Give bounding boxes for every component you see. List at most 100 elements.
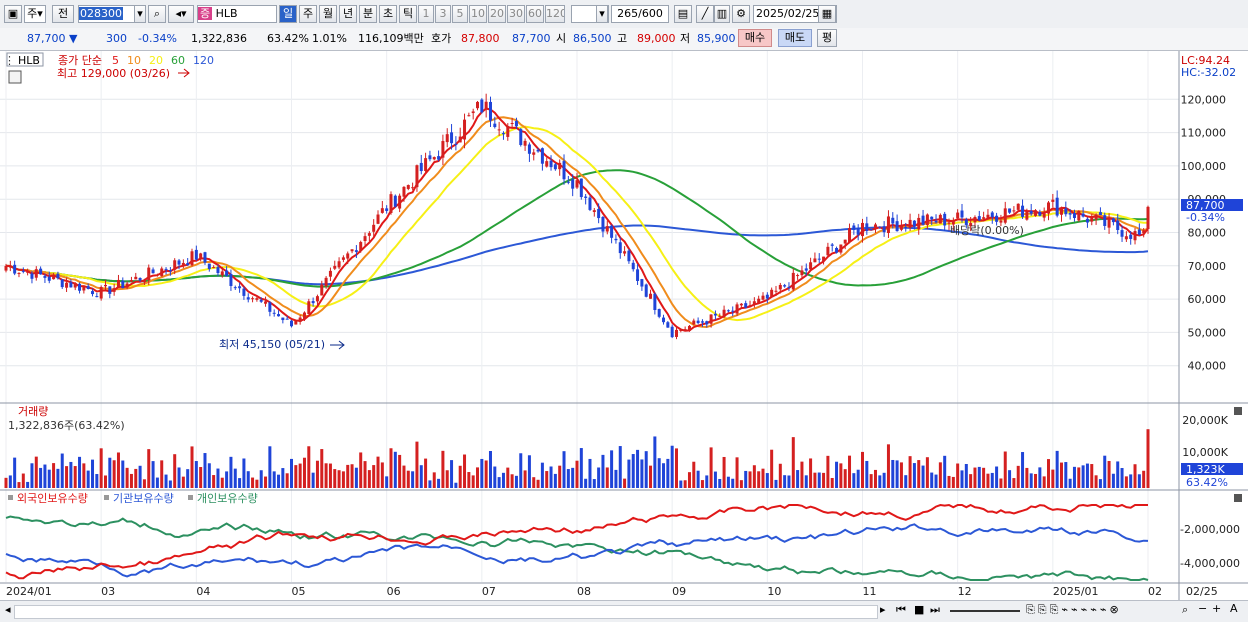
bottom-scrollbar[interactable]: ◂ ▸ ⏮ ■ ⏭ ⎘⎘⎘⌁⌁⌁⌁⌁⊗ ⌕ − + A: [0, 600, 1248, 622]
search-icon-small[interactable]: ⌕: [1182, 603, 1188, 617]
candle-body: [147, 267, 151, 281]
holders-close-icon[interactable]: [1234, 494, 1242, 502]
volume-bar: [385, 476, 389, 488]
evaluate-button[interactable]: 평: [817, 29, 837, 47]
prev-button[interactable]: 전: [52, 5, 74, 23]
candle-body: [631, 262, 635, 270]
interval-60[interactable]: 60: [526, 5, 544, 23]
interval-30[interactable]: 30: [507, 5, 525, 23]
candle-body: [1059, 208, 1063, 215]
zoom-in-icon[interactable]: +: [1212, 602, 1221, 615]
candle-body: [337, 261, 341, 268]
tool-icons[interactable]: ⎘⎘⎘⌁⌁⌁⌁⌁⊗: [1026, 603, 1122, 617]
quote-bar: 87,700 ▼ 300 -0.34% 1,322,836 63.42% 1.0…: [0, 28, 1248, 51]
volume-bar: [450, 460, 454, 488]
candle-body: [553, 164, 557, 170]
volume-bar: [614, 469, 618, 488]
volume-bar: [532, 477, 536, 488]
candle-body: [225, 270, 229, 277]
volume-bar: [52, 463, 56, 488]
current-price: 87,700 ▼: [27, 32, 78, 45]
interval-120[interactable]: 120: [545, 5, 565, 23]
tab-0[interactable]: 일: [279, 5, 297, 23]
candle-body: [242, 288, 246, 296]
period-type-select[interactable]: 주▾: [24, 5, 46, 23]
ma-label: 종가 단순: [58, 54, 102, 67]
volume-bar: [73, 466, 77, 488]
volume-bar: [484, 460, 488, 488]
stop-icon[interactable]: ■: [914, 603, 924, 616]
stock-chart[interactable]: 120,000110,000100,00090,00080,00070,0006…: [0, 51, 1248, 600]
interval-1[interactable]: 1: [418, 5, 434, 23]
save-icon[interactable]: ▥: [714, 5, 730, 23]
volume-bar: [95, 474, 99, 488]
candle-type-icon[interactable]: ▤: [674, 5, 692, 23]
volume-bar: [1146, 429, 1150, 488]
change-percent: -0.34%: [138, 32, 177, 45]
screen-icon[interactable]: ▣: [4, 5, 22, 23]
volume-bar: [294, 465, 298, 488]
candle-body: [164, 268, 168, 270]
interval-20[interactable]: 20: [488, 5, 506, 23]
candle-body: [302, 312, 306, 319]
tab-4[interactable]: 분: [359, 5, 377, 23]
tab-5[interactable]: 초: [379, 5, 397, 23]
search-icon[interactable]: ⌕: [148, 5, 166, 23]
grid-toggle-icon[interactable]: [8, 70, 22, 84]
first-icon[interactable]: ⏮: [896, 603, 906, 617]
candle-body: [389, 194, 393, 213]
stock-menu-icon[interactable]: ⋮: [4, 54, 15, 67]
code-dropdown-icon[interactable]: ▾: [134, 5, 146, 23]
volume-bar: [571, 467, 575, 488]
open-label: 시: [556, 32, 567, 45]
interval-10[interactable]: 10: [469, 5, 487, 23]
volume-bar: [1098, 479, 1102, 488]
calendar-icon[interactable]: ▦: [818, 5, 836, 23]
zoom-slider[interactable]: [950, 610, 1020, 612]
scroll-track[interactable]: [14, 605, 878, 619]
tab-3[interactable]: 년: [339, 5, 357, 23]
candle-body: [251, 298, 255, 300]
volume-bar: [873, 469, 877, 488]
gear-icon[interactable]: ⚙: [732, 5, 750, 23]
volume-bar: [1016, 465, 1020, 488]
candle-body: [190, 251, 194, 266]
volume-bar: [65, 466, 69, 488]
last-volume-percent: 63.42%: [1186, 476, 1228, 489]
draw-tool-icon[interactable]: ╱: [696, 5, 714, 23]
interval-3[interactable]: 3: [435, 5, 451, 23]
sound-icon[interactable]: ◂▾: [168, 5, 194, 23]
buy-button[interactable]: 매수: [738, 29, 772, 47]
candle-body: [497, 129, 501, 131]
candle-body: [709, 314, 713, 324]
sell-button[interactable]: 매도: [778, 29, 812, 47]
last-icon[interactable]: ⏭: [930, 603, 940, 617]
holders-tick: -2,000,000: [1180, 523, 1240, 536]
volume-close-icon[interactable]: [1234, 407, 1242, 415]
volume-bar: [886, 444, 890, 488]
font-size-icon[interactable]: A: [1230, 602, 1238, 615]
stock-name-field[interactable]: 증 HLB: [197, 5, 277, 23]
interval-5[interactable]: 5: [452, 5, 468, 23]
count-field[interactable]: 265/600: [611, 5, 669, 23]
candle-body: [1137, 229, 1141, 235]
candle-body: [78, 283, 82, 291]
interval-dropdown-icon[interactable]: ▾: [596, 5, 608, 23]
candle-body: [1111, 218, 1115, 223]
date-label: 04: [196, 585, 210, 598]
tab-6[interactable]: 틱: [399, 5, 417, 23]
scroll-right-icon[interactable]: ▸: [880, 603, 886, 616]
low-price: 85,900: [697, 32, 736, 45]
candle-body: [285, 318, 289, 320]
volume-bar: [164, 474, 168, 488]
volume-bar: [687, 472, 691, 488]
volume-bar: [1133, 464, 1137, 488]
scroll-left-icon[interactable]: ◂: [5, 603, 11, 616]
volume-bar: [112, 460, 116, 488]
zoom-out-icon[interactable]: −: [1198, 602, 1207, 615]
volume-bar: [341, 471, 345, 488]
candle-body: [1072, 213, 1076, 219]
candle-body: [618, 242, 622, 254]
tab-2[interactable]: 월: [319, 5, 337, 23]
tab-1[interactable]: 주: [299, 5, 317, 23]
